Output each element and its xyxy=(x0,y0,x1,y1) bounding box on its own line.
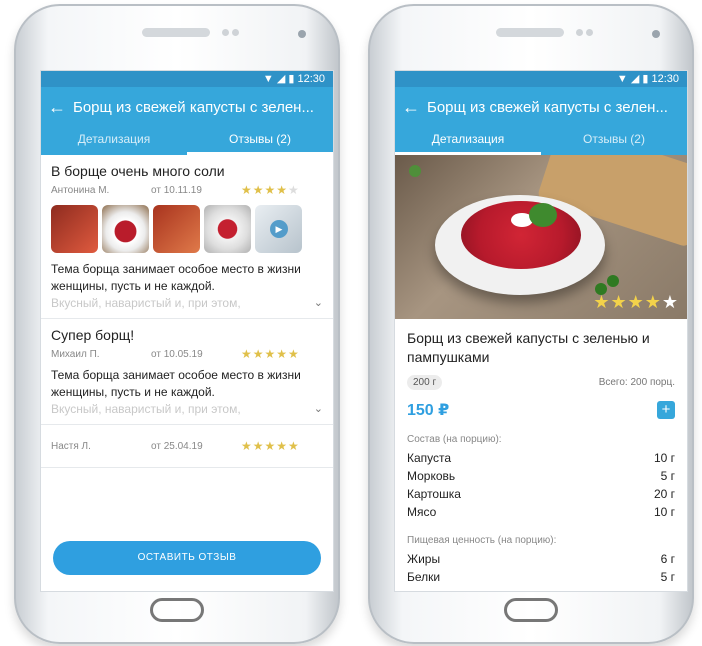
speaker xyxy=(496,28,564,37)
review-date: от 25.04.19 xyxy=(151,440,203,452)
home-button[interactable] xyxy=(150,598,204,622)
app-bar: ← Борщ из свежей капусты с зелен... xyxy=(41,87,333,127)
review-photo[interactable] xyxy=(204,205,251,253)
ingredient-name: Мясо xyxy=(407,505,437,519)
review-text-faded: Вкусный, наваристый и, при этом, xyxy=(51,402,241,416)
composition-label: Состав (на порцию): xyxy=(407,434,502,445)
review-title: В борще очень много соли xyxy=(51,163,225,179)
ingredient-name: Морковь xyxy=(407,469,456,483)
screen-details: ▼ ◢ ▮ 12:30 ← Борщ из свежей капусты с з… xyxy=(394,70,688,592)
play-icon[interactable]: ▶ xyxy=(270,220,288,238)
review-card[interactable]: В борще очень много соли Антонина М. от … xyxy=(41,155,333,319)
sensor-dot xyxy=(222,29,229,36)
dish-photo: ★★★★★ xyxy=(395,155,687,319)
sensor-dot xyxy=(576,29,583,36)
nutrient-amount: 6 г xyxy=(660,552,675,566)
tab-bar: Детализация Отзывы (2) xyxy=(41,127,333,155)
front-camera xyxy=(298,30,306,38)
home-button[interactable] xyxy=(504,598,558,622)
ingredient-amount: 20 г xyxy=(653,487,675,501)
nutrition-row: Жиры 6 г xyxy=(407,550,675,568)
tab-details[interactable]: Детализация xyxy=(395,127,541,155)
review-date: от 10.11.19 xyxy=(151,184,202,196)
back-arrow-icon[interactable]: ← xyxy=(395,97,427,118)
phone-right: ▼ ◢ ▮ 12:30 ← Борщ из свежей капусты с з… xyxy=(368,4,694,644)
front-camera xyxy=(652,30,660,38)
chevron-down-icon[interactable]: ⌄ xyxy=(314,401,323,418)
review-title: Супер борщ! xyxy=(51,327,135,343)
review-text-faded: Вкусный, наваристый и, при этом, xyxy=(51,296,241,310)
review-author: Антонина М. xyxy=(51,184,110,196)
review-photo[interactable] xyxy=(51,205,98,253)
app-bar: ← Борщ из свежей капусты с зелен... xyxy=(395,87,687,127)
rating-stars: ★★★★★ xyxy=(593,292,679,312)
review-video[interactable]: ▶ xyxy=(255,205,302,253)
weight-badge: 200 г xyxy=(407,375,443,390)
status-time: 12:30 xyxy=(651,73,679,85)
sensor-dot xyxy=(232,29,239,36)
review-photo[interactable] xyxy=(102,205,149,253)
ingredient-amount: 5 г xyxy=(660,469,675,483)
review-author: Настя Л. xyxy=(51,440,91,452)
page-title: Борщ из свежей капусты с зелен... xyxy=(427,98,668,116)
rating-stars: ★★★★★ xyxy=(241,183,300,197)
herb-leaf xyxy=(607,275,619,287)
page-title: Борщ из свежей капусты с зелен... xyxy=(73,98,314,116)
review-card[interactable]: Супер борщ! Михаил П. от 10.05.19 ★★★★★ … xyxy=(41,319,333,425)
dish-name: Борщ из свежей капусты с зеленью и пампу… xyxy=(407,330,650,365)
ingredient-amount: 10 г xyxy=(653,505,675,519)
plus-icon[interactable]: + xyxy=(657,401,675,419)
ingredient-name: Картошка xyxy=(407,487,461,501)
status-bar: ▼ ◢ ▮ 12:30 xyxy=(41,71,333,87)
rating-stars: ★★★★★ xyxy=(241,439,300,453)
tab-bar: Детализация Отзывы (2) xyxy=(395,127,687,155)
screen-reviews: ▼ ◢ ▮ 12:30 ← Борщ из свежей капусты с з… xyxy=(40,70,334,592)
ingredient-row: Морковь 5 г xyxy=(407,467,675,485)
review-text: Тема борща занимает особое место в жизни… xyxy=(51,368,301,399)
nutrient-name: Белки xyxy=(407,570,441,584)
leave-review-button[interactable]: ОСТАВИТЬ ОТЗЫВ xyxy=(53,541,321,575)
total-portions: Всего: 200 порц. xyxy=(598,377,675,388)
ingredient-name: Капуста xyxy=(407,451,452,465)
rating-stars: ★★★★★ xyxy=(241,347,300,361)
sensor-dot xyxy=(586,29,593,36)
speaker xyxy=(142,28,210,37)
phone-left: ▼ ◢ ▮ 12:30 ← Борщ из свежей капусты с з… xyxy=(14,4,340,644)
ingredient-row: Картошка 20 г xyxy=(407,485,675,503)
borscht xyxy=(461,201,581,269)
review-date: от 10.05.19 xyxy=(151,348,203,360)
review-author: Михаил П. xyxy=(51,348,100,360)
signal-icon: ▼ ◢ ▮ xyxy=(262,73,295,85)
ingredient-amount: 10 г xyxy=(653,451,675,465)
price: 150 ₽ xyxy=(407,402,450,419)
review-text: Тема борща занимает особое место в жизни… xyxy=(51,262,301,293)
parsley xyxy=(529,203,557,227)
status-time: 12:30 xyxy=(297,73,325,85)
ingredient-row: Капуста 10 г xyxy=(407,449,675,467)
nutrition-row: Белки 5 г xyxy=(407,568,675,586)
tab-details[interactable]: Детализация xyxy=(41,127,187,155)
signal-icon: ▼ ◢ ▮ xyxy=(616,73,649,85)
back-arrow-icon[interactable]: ← xyxy=(41,97,73,118)
review-card[interactable]: Настя Л. от 25.04.19 ★★★★★ xyxy=(41,425,333,468)
review-photos: ▶ xyxy=(51,205,323,253)
tab-reviews[interactable]: Отзывы (2) xyxy=(541,127,687,155)
herb-leaf xyxy=(409,165,421,177)
nutrition-label: Пищевая ценность (на порцию): xyxy=(407,535,557,546)
status-bar: ▼ ◢ ▮ 12:30 xyxy=(395,71,687,87)
review-photo[interactable] xyxy=(153,205,200,253)
tab-reviews[interactable]: Отзывы (2) xyxy=(187,127,333,155)
nutrient-amount: 5 г xyxy=(660,570,675,584)
chevron-down-icon[interactable]: ⌄ xyxy=(314,295,323,312)
nutrient-name: Жиры xyxy=(407,552,441,566)
ingredient-row: Мясо 10 г xyxy=(407,503,675,521)
